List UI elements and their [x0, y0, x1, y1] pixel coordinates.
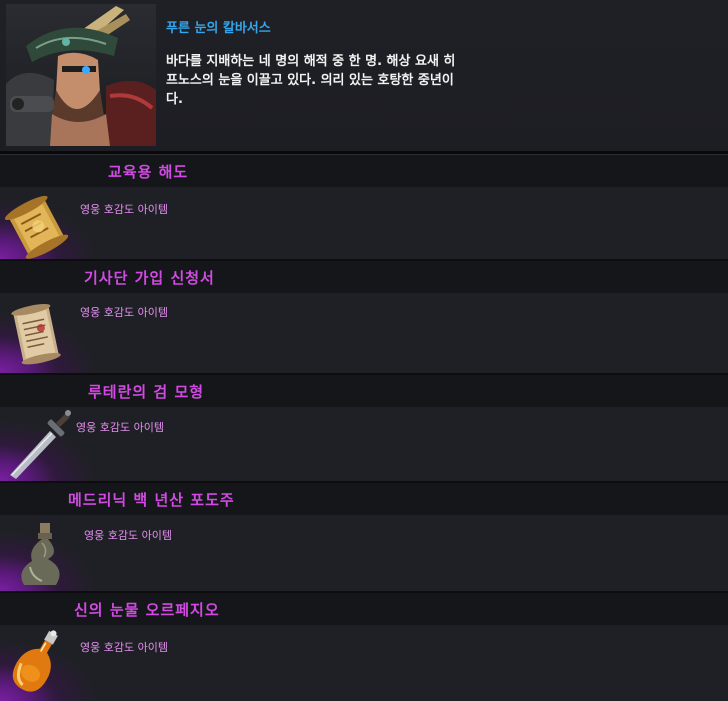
item-title: 루테란의 검 모형 — [88, 383, 205, 401]
item-row[interactable]: 신의 눈물 오르페지오 영웅 호감도 아이템 — [0, 593, 728, 701]
item-row[interactable]: 기사단 가입 신청서 영웅 호감도 아이템 — [0, 261, 728, 373]
item-body: 영웅 호감도 아이템 — [0, 407, 728, 481]
item-description: 영웅 호감도 아이템 — [76, 421, 164, 434]
wine-bottle-icon — [21, 523, 60, 585]
item-row[interactable]: 메드리닉 백 년산 포도주 영웅 호감도 아이템 — [0, 483, 728, 591]
item-row[interactable]: 루테란의 검 모형 영웅 호감도 아이템 — [0, 375, 728, 481]
item-description: 영웅 호감도 아이템 — [80, 306, 168, 319]
pirate-portrait-image — [6, 4, 156, 146]
item-title: 기사단 가입 신청서 — [84, 269, 215, 287]
item-body: 영웅 호감도 아이템 — [0, 515, 728, 591]
sword-model-icon — [10, 410, 71, 479]
item-description: 영웅 호감도 아이템 — [80, 641, 168, 654]
sea-chart-scroll-icon — [4, 195, 69, 259]
npc-header: 푸른 눈의 칼바서스 바다를 지배하는 네 명의 해적 중 한 명. 해상 요새… — [0, 0, 728, 151]
item-title: 메드리닉 백 년산 포도주 — [68, 491, 235, 509]
item-title-bar: 루테란의 검 모형 — [0, 375, 728, 407]
npc-description: 바다를 지배하는 네 명의 해적 중 한 명. 해상 요새 히프노스의 눈을 이… — [166, 54, 456, 107]
item-title-bar: 메드리닉 백 년산 포도주 — [0, 483, 728, 515]
item-description: 영웅 호감도 아이템 — [84, 529, 172, 542]
item-body: 영웅 호감도 아이템 — [0, 293, 728, 373]
item-title-bar: 신의 눈물 오르페지오 — [0, 593, 728, 625]
item-description: 영웅 호감도 아이템 — [80, 203, 168, 216]
item-title: 신의 눈물 오르페지오 — [74, 601, 220, 619]
potion-flask-icon — [12, 630, 58, 692]
item-body: 영웅 호감도 아이템 — [0, 187, 728, 259]
item-title-bar: 교육용 해도 — [0, 155, 728, 187]
item-title: 교육용 해도 — [108, 163, 189, 181]
item-body: 영웅 호감도 아이템 — [0, 625, 728, 701]
npc-portrait — [6, 4, 156, 146]
favorability-item-panel: 푸른 눈의 칼바서스 바다를 지배하는 네 명의 해적 중 한 명. 해상 요새… — [0, 0, 728, 701]
item-row[interactable]: 교육용 해도 영웅 호감도 아이템 — [0, 155, 728, 259]
application-scroll-icon — [11, 304, 61, 365]
item-title-bar: 기사단 가입 신청서 — [0, 261, 728, 293]
npc-name: 푸른 눈의 칼바서스 — [166, 21, 271, 36]
